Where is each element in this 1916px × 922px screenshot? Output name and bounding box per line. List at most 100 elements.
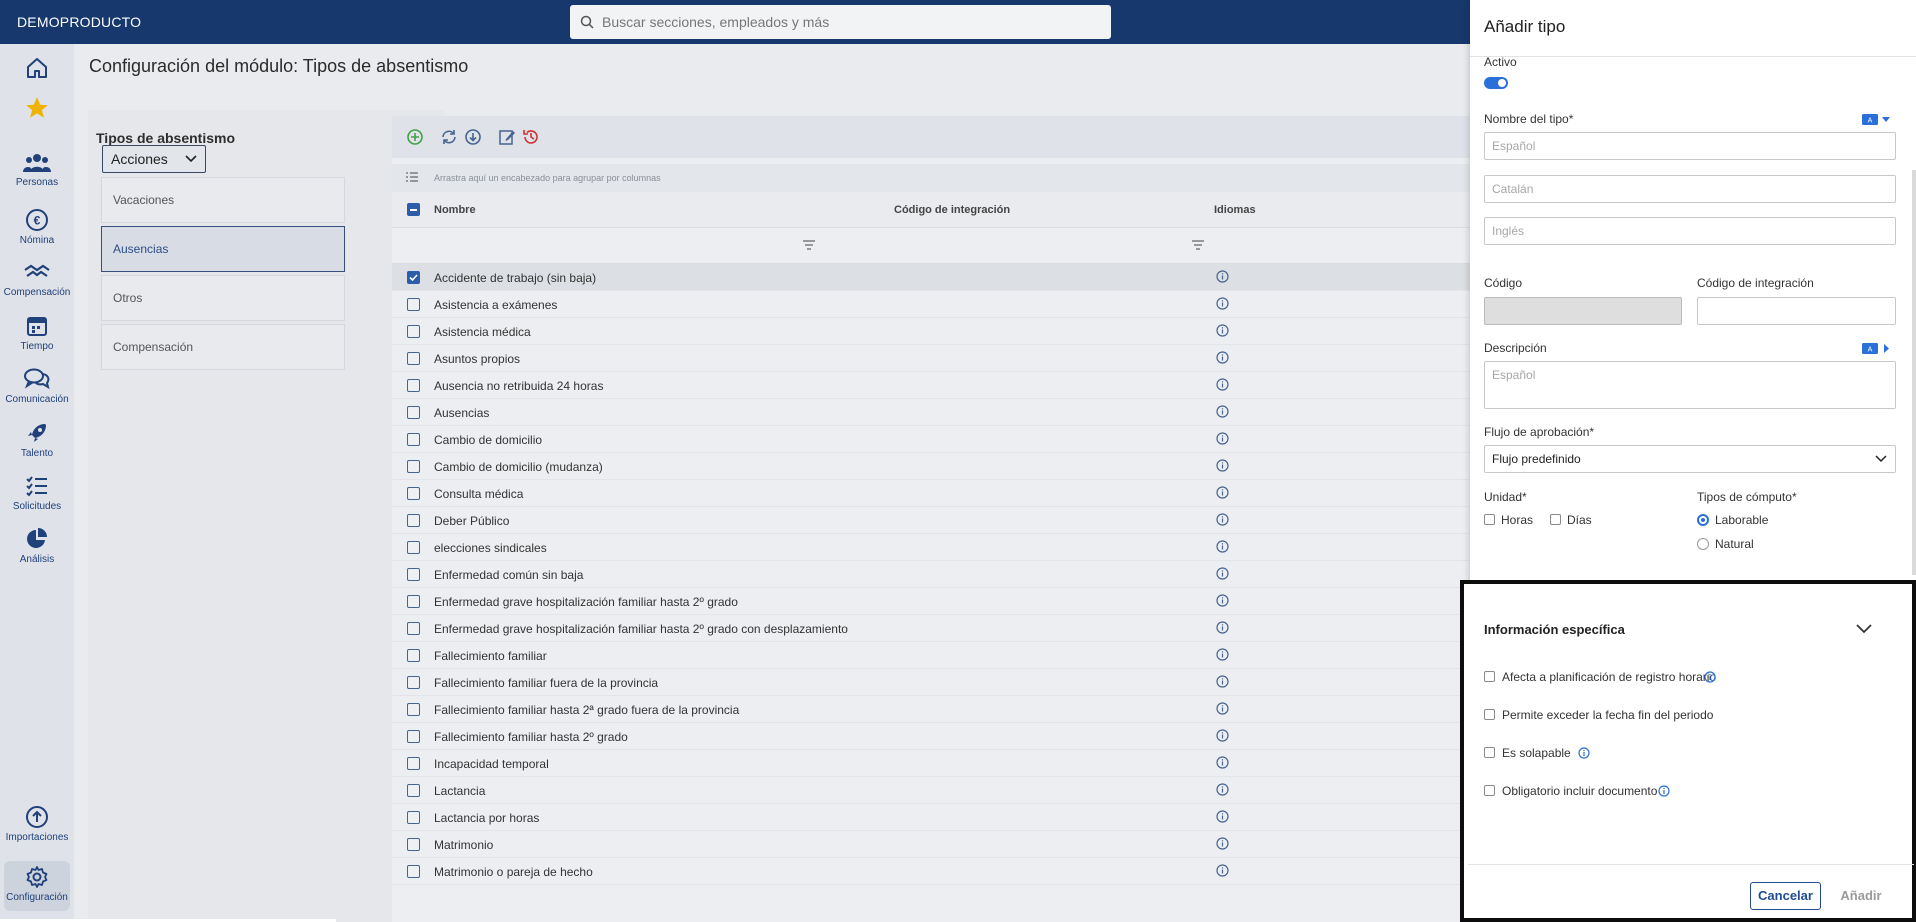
row-checkbox[interactable] <box>407 730 420 743</box>
download-icon[interactable] <box>464 128 482 146</box>
info-icon[interactable] <box>1658 785 1670 797</box>
row-checkbox[interactable] <box>407 487 420 500</box>
table-row[interactable]: Consulta médica <box>392 480 1470 507</box>
computation-natural-radio[interactable] <box>1697 538 1709 550</box>
check-exceed-end-date[interactable] <box>1484 709 1495 720</box>
brand-name[interactable]: DEMOPRODUCTO <box>17 14 141 30</box>
chevron-down-icon[interactable] <box>1856 624 1872 634</box>
table-row[interactable]: Enfermedad grave hospitalización familia… <box>392 588 1470 615</box>
table-row[interactable]: Lactancia <box>392 777 1470 804</box>
table-row[interactable]: Asistencia médica <box>392 318 1470 345</box>
languages-info-icon[interactable] <box>1216 648 1229 664</box>
row-checkbox[interactable] <box>407 757 420 770</box>
sidebar-item-compensacion[interactable]: Compensación <box>0 262 74 298</box>
languages-info-icon[interactable] <box>1216 270 1229 286</box>
sidebar-item-favorites[interactable] <box>0 95 74 121</box>
row-checkbox[interactable] <box>407 406 420 419</box>
table-row[interactable]: Matrimonio o pareja de hecho <box>392 858 1470 885</box>
active-toggle[interactable] <box>1484 77 1508 89</box>
table-row[interactable]: Cambio de domicilio (mudanza) <box>392 453 1470 480</box>
computation-laborable-radio[interactable] <box>1697 514 1709 526</box>
table-row[interactable]: Enfermedad grave hospitalización familia… <box>392 615 1470 642</box>
table-row[interactable]: Incapacidad temporal <box>392 750 1470 777</box>
sidebar-item-nomina[interactable]: € Nómina <box>0 208 74 246</box>
check-mandatory-document[interactable] <box>1484 785 1495 796</box>
row-checkbox[interactable] <box>407 379 420 392</box>
sidebar-item-tiempo[interactable]: Tiempo <box>0 314 74 352</box>
table-row[interactable]: elecciones sindicales <box>392 534 1470 561</box>
column-header-idiomas[interactable]: Idiomas <box>1214 204 1256 216</box>
add-button[interactable]: Añadir <box>1828 882 1894 910</box>
table-row[interactable]: Asuntos propios <box>392 345 1470 372</box>
column-header-nombre[interactable]: Nombre <box>434 204 476 216</box>
languages-info-icon[interactable] <box>1216 405 1229 421</box>
languages-info-icon[interactable] <box>1216 459 1229 475</box>
info-icon[interactable] <box>1704 671 1716 683</box>
sidebar-item-solicitudes[interactable]: Solicitudes <box>0 474 74 512</box>
type-item-compensacion[interactable]: Compensación <box>101 324 345 370</box>
unit-days-checkbox[interactable] <box>1550 514 1561 525</box>
languages-info-icon[interactable] <box>1216 486 1229 502</box>
history-icon[interactable] <box>522 128 540 146</box>
languages-info-icon[interactable] <box>1216 837 1229 853</box>
languages-info-icon[interactable] <box>1216 729 1229 745</box>
languages-info-icon[interactable] <box>1216 567 1229 583</box>
table-row[interactable]: Lactancia por horas <box>392 804 1470 831</box>
cancel-button[interactable]: Cancelar <box>1750 882 1821 910</box>
languages-info-icon[interactable] <box>1216 432 1229 448</box>
languages-info-icon[interactable] <box>1216 621 1229 637</box>
table-row[interactable]: Fallecimiento familiar hasta 2ª grado fu… <box>392 696 1470 723</box>
sidebar-item-analisis[interactable]: Análisis <box>0 527 74 565</box>
type-name-ca-input[interactable]: Catalán <box>1484 175 1896 203</box>
languages-info-icon[interactable] <box>1216 702 1229 718</box>
group-by-bar[interactable]: Arrastra aquí un encabezado para agrupar… <box>392 164 1470 192</box>
row-checkbox[interactable] <box>407 865 420 878</box>
translate-dropdown-icon[interactable]: A <box>1862 114 1892 125</box>
table-row[interactable]: Matrimonio <box>392 831 1470 858</box>
unit-hours-checkbox[interactable] <box>1484 514 1495 525</box>
edit-icon[interactable] <box>498 128 516 146</box>
languages-info-icon[interactable] <box>1216 594 1229 610</box>
row-checkbox[interactable] <box>407 568 420 581</box>
languages-info-icon[interactable] <box>1216 675 1229 691</box>
row-checkbox[interactable] <box>407 649 420 662</box>
languages-info-icon[interactable] <box>1216 756 1229 772</box>
languages-info-icon[interactable] <box>1216 810 1229 826</box>
languages-info-icon[interactable] <box>1216 297 1229 313</box>
languages-info-icon[interactable] <box>1216 783 1229 799</box>
sidebar-item-talento[interactable]: Talento <box>0 421 74 459</box>
table-row[interactable]: Deber Público <box>392 507 1470 534</box>
add-icon[interactable] <box>406 128 424 146</box>
languages-info-icon[interactable] <box>1216 324 1229 340</box>
description-textarea[interactable]: Español <box>1484 361 1896 409</box>
row-checkbox[interactable] <box>407 352 420 365</box>
row-checkbox[interactable] <box>407 676 420 689</box>
table-row[interactable]: Ausencias <box>392 399 1470 426</box>
table-row[interactable]: Accidente de trabajo (sin baja) <box>392 264 1470 291</box>
sidebar-item-importaciones[interactable]: Importaciones <box>0 805 74 843</box>
filter-icon[interactable] <box>803 240 815 250</box>
languages-info-icon[interactable] <box>1216 513 1229 529</box>
row-checkbox[interactable] <box>407 703 420 716</box>
panel-scrollbar[interactable] <box>1912 170 1916 575</box>
languages-info-icon[interactable] <box>1216 864 1229 880</box>
row-checkbox[interactable] <box>407 811 420 824</box>
refresh-icon[interactable] <box>440 128 458 146</box>
row-checkbox[interactable] <box>407 541 420 554</box>
sidebar-item-personas[interactable]: Personas <box>0 152 74 188</box>
languages-info-icon[interactable] <box>1216 540 1229 556</box>
row-checkbox[interactable] <box>407 838 420 851</box>
table-row[interactable]: Enfermedad común sin baja <box>392 561 1470 588</box>
type-item-vacaciones[interactable]: Vacaciones <box>101 177 345 223</box>
select-all-checkbox[interactable] <box>407 203 420 216</box>
integration-code-input[interactable] <box>1697 297 1896 325</box>
row-checkbox[interactable] <box>407 784 420 797</box>
column-header-codigo[interactable]: Código de integración <box>894 204 1010 216</box>
table-row[interactable]: Fallecimiento familiar fuera de la provi… <box>392 669 1470 696</box>
check-overlappable[interactable] <box>1484 747 1495 758</box>
table-row[interactable]: Asistencia a exámenes <box>392 291 1470 318</box>
row-checkbox[interactable] <box>407 271 420 284</box>
search-input[interactable]: Buscar secciones, empleados y más <box>570 5 1111 39</box>
table-row[interactable]: Ausencia no retribuida 24 horas <box>392 372 1470 399</box>
approval-flow-select[interactable]: Flujo predefinido <box>1484 445 1896 473</box>
